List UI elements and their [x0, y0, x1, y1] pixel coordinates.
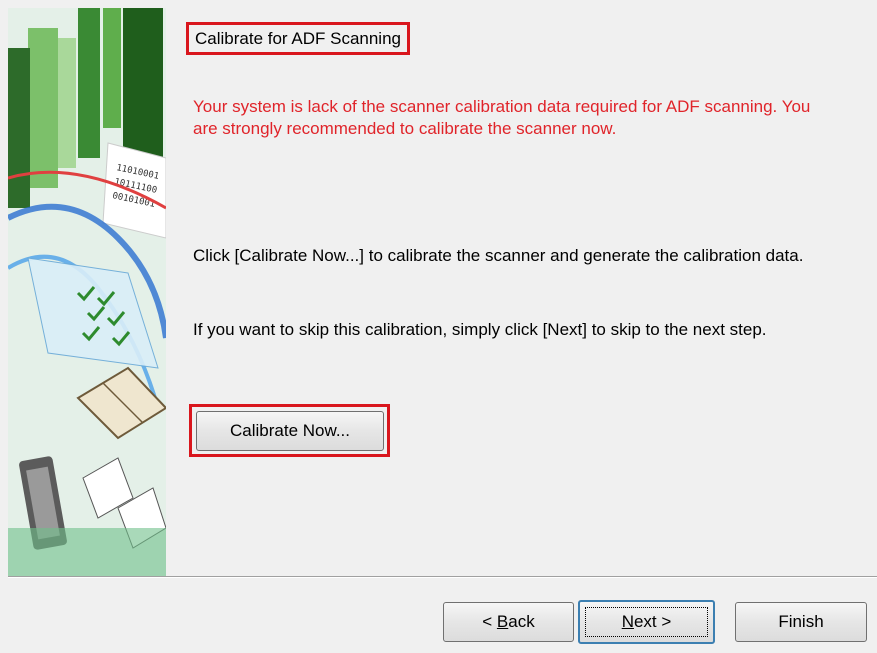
wizard-side-graphic: 11010001 10111100 00101001	[8, 8, 166, 576]
page-title: Calibrate for ADF Scanning	[186, 22, 410, 55]
skip-hint-text: If you want to skip this calibration, si…	[193, 320, 767, 339]
content-panel	[166, 8, 877, 576]
back-button-label: ack	[508, 612, 535, 631]
back-button-prefix: <	[482, 612, 497, 631]
calibrate-instruction-text: Click [Calibrate Now...] to calibrate th…	[193, 246, 804, 265]
back-button[interactable]: < Back	[443, 602, 574, 642]
calibration-warning-text: Your system is lack of the scanner calib…	[193, 97, 811, 138]
calibrate-now-button[interactable]: Calibrate Now...	[196, 411, 384, 451]
footer-divider	[8, 576, 877, 578]
next-button-label: ext >	[633, 612, 672, 631]
finish-button[interactable]: Finish	[735, 602, 867, 642]
next-button[interactable]: Next >	[578, 600, 715, 644]
back-button-mnemonic: B	[496, 612, 509, 631]
scanner-illustration: 11010001 10111100 00101001	[8, 8, 166, 576]
next-button-mnemonic: N	[621, 612, 634, 631]
calibration-wizard-dialog: 11010001 10111100 00101001 Calibrate for…	[0, 0, 877, 653]
